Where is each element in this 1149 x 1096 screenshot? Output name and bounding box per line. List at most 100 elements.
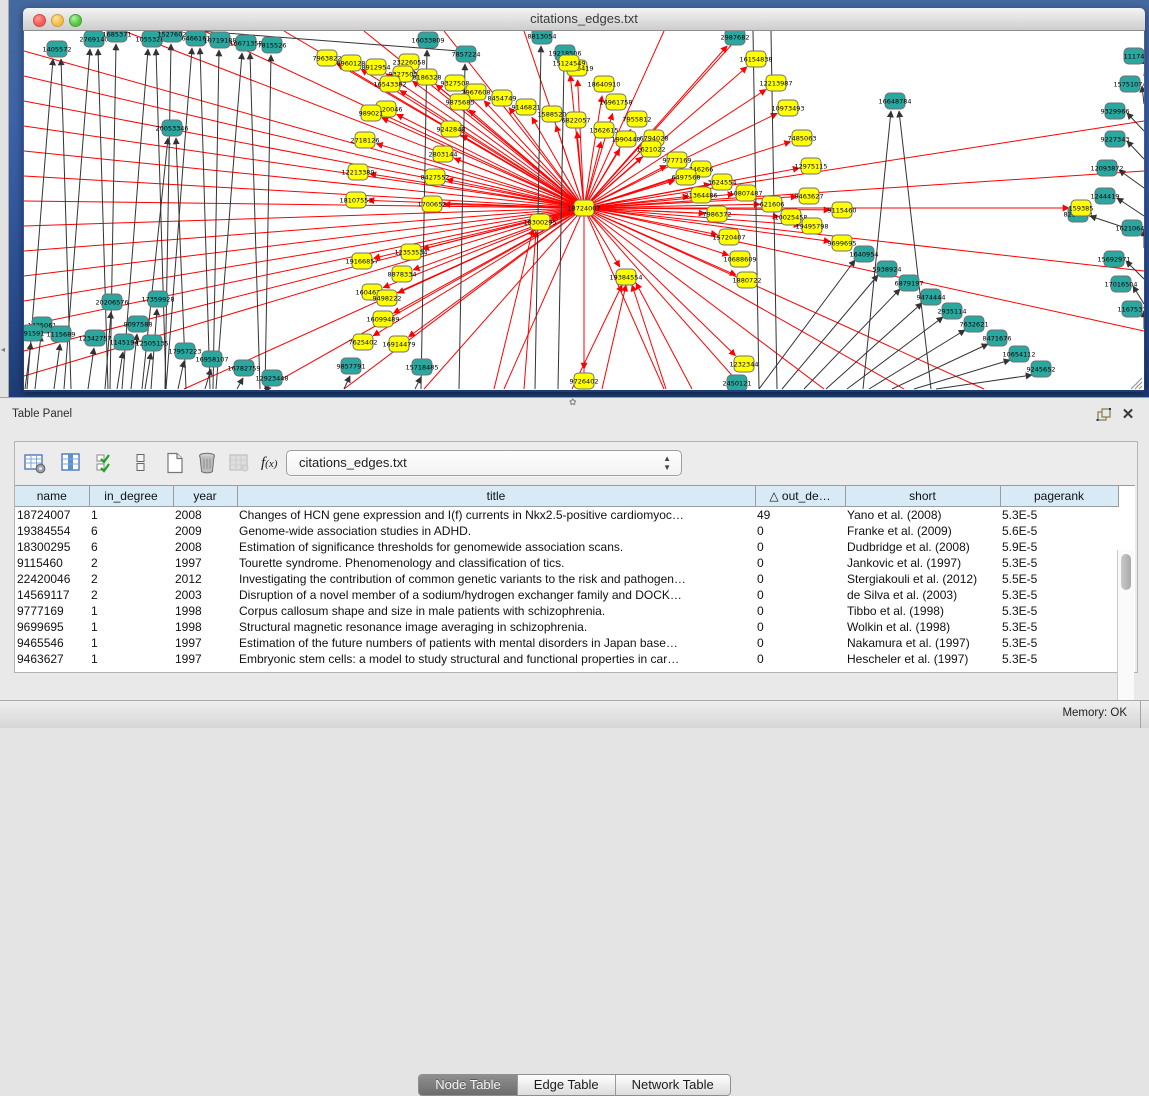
graph-node-label: 12213389 (341, 169, 374, 177)
table-row[interactable]: 1938455462009Genome-wide association stu… (15, 523, 1118, 539)
column-header[interactable]: △ out_de… (755, 486, 845, 507)
graph-node-label: 2935114 (938, 308, 967, 316)
graph-node-label: 9474444 (917, 294, 946, 302)
graph-node-label: 621606 (760, 201, 785, 209)
import-table-button[interactable] (227, 451, 251, 475)
graph-node-label: 9463627 (795, 193, 824, 201)
column-header[interactable]: short (845, 486, 1000, 507)
vertical-scrollbar[interactable] (1117, 550, 1134, 714)
window-resize-grip[interactable] (1129, 376, 1143, 390)
scrollbar-thumb[interactable] (1121, 554, 1131, 590)
graph-node-label: 10688609 (723, 256, 756, 264)
graph-node-label: 1990448 (612, 136, 641, 144)
graph-node-label: 18640910 (587, 81, 620, 89)
table-row[interactable]: 946362711997Embryonic stem cells: a mode… (15, 651, 1118, 667)
graph-node-label: 8454749 (488, 95, 517, 103)
table-row[interactable]: 969969511998Structural magnetic resonanc… (15, 619, 1118, 635)
graph-node-label: 19384554 (609, 274, 642, 282)
graph-node-label: 16033809 (411, 37, 444, 45)
graph-node-label: 7625402 (349, 339, 378, 347)
tab-network-table[interactable]: Network Table (616, 1075, 730, 1095)
table-header-row[interactable]: namein_degreeyeartitle△ out_de…shortpage… (15, 486, 1118, 507)
graph-node-label: 6879197 (895, 280, 924, 288)
table-subpanel: f(x) citations_edges.txt ▲▼ namein_degre… (14, 441, 1138, 673)
column-header[interactable]: in_degree (89, 486, 173, 507)
table-mode-button[interactable] (23, 451, 47, 475)
table-row[interactable]: 977716911998Corpus callosum shape and si… (15, 603, 1118, 619)
graph-node-label: 1685371 (103, 31, 132, 39)
network-window-titlebar[interactable]: citations_edges.txt (23, 8, 1145, 31)
graph-node-label: 19495798 (795, 223, 828, 231)
network-window[interactable]: citations_edges.txt 14055722769140168537… (23, 8, 1145, 392)
graph-node-label: 12093872 (1090, 165, 1123, 173)
graph-node-label: 2987682 (721, 34, 750, 42)
graph-node-label: 15718485 (405, 364, 438, 372)
graph-node-label: 9329966 (1101, 108, 1130, 116)
graph-node-label: 12342757 (78, 335, 111, 343)
graph-node-label: 10807487 (729, 190, 762, 198)
delete-column-button[interactable] (195, 451, 219, 475)
graph-node-label: 17016504 (1104, 281, 1137, 289)
graph-node-label: 9227343 (1101, 136, 1130, 144)
graph-node-label: 1700652 (418, 201, 447, 209)
graph-node-label: 18724007 (567, 205, 600, 213)
table-row[interactable]: 1830029562008Estimation of significance … (15, 539, 1118, 555)
graph-node-label: 16648784 (878, 98, 911, 106)
table-row[interactable]: 1456911722003Disruption of a novel membe… (15, 587, 1118, 603)
table-selector-combobox[interactable]: citations_edges.txt ▲▼ (286, 450, 682, 476)
graph-node-label: 16154838 (739, 56, 772, 64)
table-row[interactable]: 911546021997Tourette syndrome. Phenomeno… (15, 555, 1118, 571)
close-panel-icon[interactable]: ✕ (1119, 406, 1137, 424)
graph-node-label: 8912954 (362, 64, 391, 72)
graph-node-label: 17957223 (168, 348, 201, 356)
graph-node-label: 7485063 (788, 135, 817, 143)
network-window-title: citations_edges.txt (23, 11, 1145, 26)
graph-node-label: 21364486 (684, 192, 717, 200)
graph-node-label: 20206576 (95, 299, 128, 307)
graph-node-label: 3624554 (708, 179, 737, 187)
pane-collapse-arrow[interactable]: ◂ (1, 345, 6, 355)
table-row[interactable]: 946554611997Estimation of the future num… (15, 635, 1118, 651)
graph-node-label: 18107553 (339, 197, 372, 205)
graph-node-label: 9726402 (570, 378, 599, 386)
column-header[interactable]: name (15, 486, 89, 507)
tab-node-table[interactable]: Node Table (419, 1075, 518, 1095)
graph-node-label: 1640954 (850, 251, 879, 259)
tab-edge-table[interactable]: Edge Table (518, 1075, 616, 1095)
graph-node-label: 6497568 (672, 174, 701, 182)
table-tabs-bar: Node TableEdge TableNetwork Table (0, 1074, 1149, 1096)
select-columns-button[interactable] (93, 451, 117, 475)
graph-node-label: 20053346 (155, 125, 188, 133)
graph-node-label: 1115689 (47, 331, 76, 339)
graph-node-label: 8813054 (528, 33, 557, 41)
row-height-button[interactable] (129, 451, 153, 475)
graph-node-label: 9245652 (1027, 366, 1056, 374)
create-column-button[interactable] (163, 451, 187, 475)
function-builder-button[interactable]: f(x) (261, 451, 285, 475)
table-row[interactable]: 1872400712008Changes of HCN gene express… (15, 507, 1118, 524)
graph-node-label: 16099489 (366, 316, 399, 324)
graph-node-label: 16210643 (1115, 225, 1144, 233)
network-canvas[interactable]: 1405572276914016853711055328715276026466… (24, 31, 1144, 390)
graph-node-label: 16782759 (227, 365, 260, 373)
graph-node-label: 9875685 (446, 99, 475, 107)
graph-node-label: 12975115 (794, 163, 827, 171)
table-toolbar: f(x) citations_edges.txt ▲▼ (15, 442, 1137, 485)
graph-node-label: 391591 (24, 330, 44, 338)
graph-node-label: 7986372 (703, 211, 732, 219)
graph-node-label: 9327508 (441, 80, 470, 88)
graph-node-label: 10973493 (771, 105, 804, 113)
graph-node-label: 9699695 (828, 240, 857, 248)
column-header[interactable]: title (237, 486, 755, 507)
column-header[interactable]: year (173, 486, 237, 507)
graph-node-label: 1405572 (43, 46, 72, 54)
graph-node-label: 16543382 (373, 81, 406, 89)
table-row[interactable]: 2242004622012Investigating the contribut… (15, 571, 1118, 587)
left-pane-edge: ◂ (0, 0, 9, 397)
column-header[interactable]: pagerank (1000, 486, 1118, 507)
combobox-stepper-icon: ▲▼ (663, 454, 671, 472)
show-columns-button[interactable] (59, 451, 83, 475)
network-desktop: citations_edges.txt 14055722769140168537… (9, 0, 1149, 397)
graph-node-label: 8427552 (421, 174, 450, 182)
float-panel-icon[interactable] (1095, 406, 1113, 424)
